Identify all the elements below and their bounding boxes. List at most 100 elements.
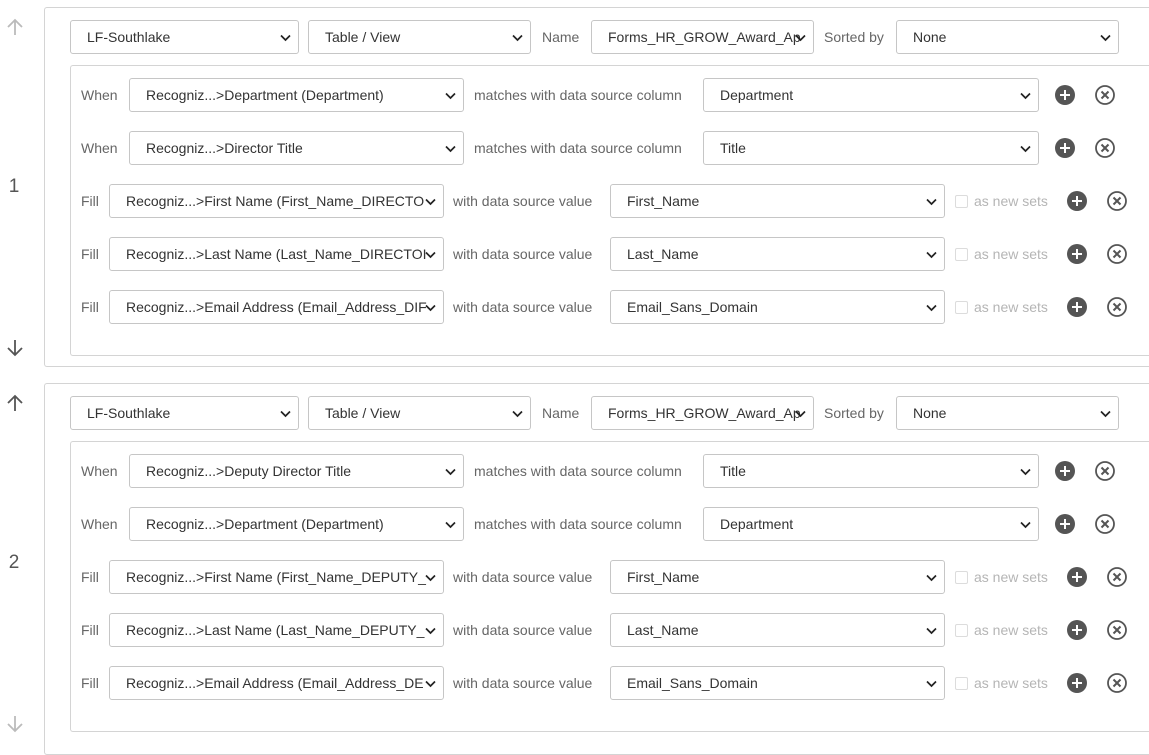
chevron-down-icon [280, 34, 291, 42]
chevron-down-icon [926, 251, 937, 259]
fill-field-select[interactable]: Recogniz...>First Name (First_Name_DIREC… [109, 184, 444, 218]
repository-value: LF-Southlake [87, 405, 171, 421]
source-type-value: Table / View [325, 405, 401, 421]
conditions-panel: When Recogniz...>Department (Department)… [70, 65, 1149, 356]
as-new-sets-checkbox[interactable] [955, 248, 968, 261]
move-up-arrow-icon[interactable] [4, 392, 26, 414]
fill-field-select[interactable]: Recogniz...>Last Name (Last_Name_DIRECTO… [109, 237, 444, 271]
lookup-rule-1: 1 LF-Southlake Table / View Name Forms_H… [0, 0, 1149, 370]
add-fill-plus-icon[interactable] [1067, 620, 1087, 640]
fill-field-select[interactable]: Recogniz...>Email Address (Email_Address… [109, 290, 444, 324]
fill-field-select[interactable]: Recogniz...>First Name (First_Name_DEPUT… [109, 560, 444, 594]
chevron-down-icon [926, 627, 937, 635]
fill-field-value: Recogniz...>Last Name (Last_Name_DEPUTY_ [126, 622, 425, 638]
name-select[interactable]: Forms_HR_GROW_Award_Ap [591, 20, 814, 54]
when-column-select[interactable]: Title [703, 131, 1039, 165]
when-label: When [81, 516, 118, 532]
as-new-sets-checkbox[interactable] [955, 624, 968, 637]
fill-field-value: Recogniz...>First Name (First_Name_DIREC… [126, 193, 425, 209]
source-type-select[interactable]: Table / View [308, 20, 531, 54]
remove-fill-close-icon[interactable] [1107, 620, 1127, 640]
add-condition-plus-icon[interactable] [1055, 85, 1075, 105]
matches-label: matches with data source column [474, 140, 682, 156]
when-column-value: Department [720, 516, 794, 532]
chevron-down-icon [795, 34, 806, 42]
when-field-select[interactable]: Recogniz...>Department (Department) [129, 507, 464, 541]
as-new-sets-checkbox[interactable] [955, 301, 968, 314]
chevron-down-icon [425, 251, 436, 259]
as-new-sets-checkbox[interactable] [955, 571, 968, 584]
when-column-select[interactable]: Title [703, 454, 1039, 488]
fill-value-select[interactable]: First_Name [610, 560, 945, 594]
fill-value: Email_Sans_Domain [627, 675, 758, 691]
source-type-select[interactable]: Table / View [308, 396, 531, 430]
when-label: When [81, 87, 118, 103]
remove-fill-close-icon[interactable] [1107, 567, 1127, 587]
remove-condition-close-icon[interactable] [1095, 461, 1115, 481]
add-fill-plus-icon[interactable] [1067, 244, 1087, 264]
as-new-sets-label: as new sets [974, 193, 1048, 209]
as-new-sets-checkbox[interactable] [955, 677, 968, 690]
when-field-value: Recogniz...>Department (Department) [146, 516, 384, 532]
fill-value-select[interactable]: Email_Sans_Domain [610, 666, 945, 700]
sorted-by-select[interactable]: None [896, 20, 1119, 54]
fill-value-select[interactable]: Email_Sans_Domain [610, 290, 945, 324]
chevron-down-icon [425, 574, 436, 582]
chevron-down-icon [445, 92, 456, 100]
when-column-value: Title [720, 463, 746, 479]
chevron-down-icon [1020, 521, 1031, 529]
remove-fill-close-icon[interactable] [1107, 673, 1127, 693]
as-new-sets-label: as new sets [974, 299, 1048, 315]
name-select[interactable]: Forms_HR_GROW_Award_Ap [591, 396, 814, 430]
chevron-down-icon [1100, 34, 1111, 42]
when-column-select[interactable]: Department [703, 507, 1039, 541]
remove-fill-close-icon[interactable] [1107, 244, 1127, 264]
fill-field-select[interactable]: Recogniz...>Email Address (Email_Address… [109, 666, 444, 700]
fill-value: Last_Name [627, 246, 699, 262]
chevron-down-icon [926, 680, 937, 688]
add-condition-plus-icon[interactable] [1055, 461, 1075, 481]
repository-select[interactable]: LF-Southlake [70, 396, 299, 430]
remove-condition-close-icon[interactable] [1095, 514, 1115, 534]
add-fill-plus-icon[interactable] [1067, 673, 1087, 693]
chevron-down-icon [280, 410, 291, 418]
chevron-down-icon [425, 680, 436, 688]
add-fill-plus-icon[interactable] [1067, 297, 1087, 317]
fill-value-select[interactable]: Last_Name [610, 613, 945, 647]
remove-condition-close-icon[interactable] [1095, 138, 1115, 158]
chevron-down-icon [425, 198, 436, 206]
add-condition-plus-icon[interactable] [1055, 138, 1075, 158]
remove-fill-close-icon[interactable] [1107, 297, 1127, 317]
add-condition-plus-icon[interactable] [1055, 514, 1075, 534]
when-column-select[interactable]: Department [703, 78, 1039, 112]
chevron-down-icon [926, 574, 937, 582]
repository-select[interactable]: LF-Southlake [70, 20, 299, 54]
with-value-label: with data source value [453, 622, 593, 638]
when-field-select[interactable]: Recogniz...>Deputy Director Title [129, 454, 464, 488]
fill-field-value: Recogniz...>Email Address (Email_Address… [126, 675, 424, 691]
chevron-down-icon [445, 145, 456, 153]
sorted-by-select[interactable]: None [896, 396, 1119, 430]
add-fill-plus-icon[interactable] [1067, 191, 1087, 211]
move-down-arrow-icon[interactable] [4, 337, 26, 359]
when-field-select[interactable]: Recogniz...>Director Title [129, 131, 464, 165]
repository-value: LF-Southlake [87, 29, 171, 45]
fill-value-select[interactable]: Last_Name [610, 237, 945, 271]
fill-label: Fill [81, 246, 99, 262]
when-field-value: Recogniz...>Deputy Director Title [146, 463, 352, 479]
remove-condition-close-icon[interactable] [1095, 85, 1115, 105]
move-down-arrow-icon [4, 713, 26, 735]
remove-fill-close-icon[interactable] [1107, 191, 1127, 211]
add-fill-plus-icon[interactable] [1067, 567, 1087, 587]
fill-value: Last_Name [627, 622, 699, 638]
name-value: Forms_HR_GROW_Award_Ap [608, 29, 801, 45]
when-field-select[interactable]: Recogniz...>Department (Department) [129, 78, 464, 112]
fill-field-value: Recogniz...>First Name (First_Name_DEPUT… [126, 569, 426, 585]
matches-label: matches with data source column [474, 87, 682, 103]
chevron-down-icon [926, 304, 937, 312]
as-new-sets-checkbox[interactable] [955, 195, 968, 208]
fill-value-select[interactable]: First_Name [610, 184, 945, 218]
name-value: Forms_HR_GROW_Award_Ap [608, 405, 801, 421]
fill-field-select[interactable]: Recogniz...>Last Name (Last_Name_DEPUTY_ [109, 613, 444, 647]
move-up-arrow-icon [4, 16, 26, 38]
